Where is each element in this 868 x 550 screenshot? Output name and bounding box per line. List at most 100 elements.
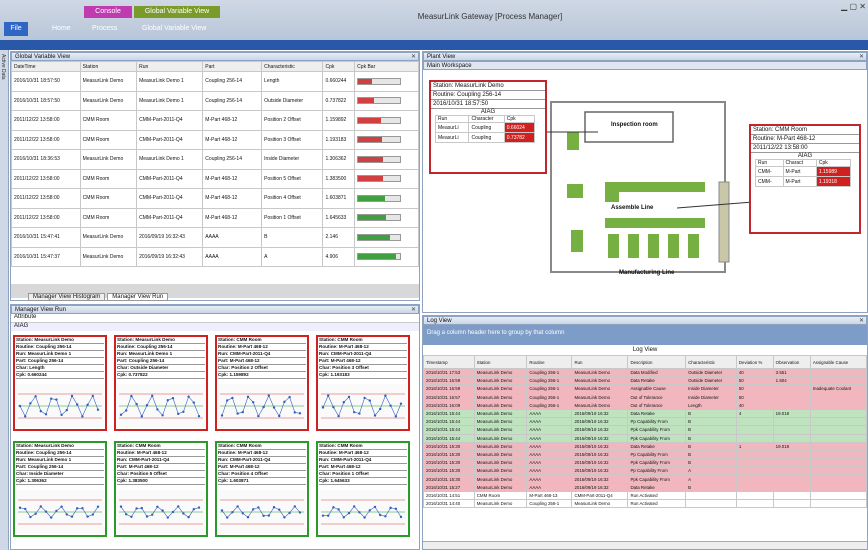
log-row[interactable]: 2016/10/31 15:30 MeasurLink Demo AAAA 2016/… — [423, 441, 868, 451]
station-callout-cmm[interactable]: Station: CMM Room Routine: M-Part 468-12… — [749, 124, 861, 234]
tab-histogram[interactable]: Manager View Histogram — [28, 293, 106, 301]
tab-process[interactable]: Process — [92, 22, 117, 36]
log-cell: Coupling 256-1 — [526, 392, 573, 402]
log-cell: AAAA — [526, 408, 573, 419]
table-row[interactable]: 2016/10/31 15:47:37 MeasurLink Demo 2016/0… — [11, 246, 419, 267]
close-icon[interactable]: ✕ — [859, 2, 866, 11]
card-info: Station: CMM Room Routine: M-Part 468-12 R… — [217, 337, 307, 379]
run-point — [353, 410, 356, 414]
log-cell — [772, 425, 811, 435]
log-row[interactable]: 2016/10/31 15:44 MeasurLink Demo AAAA 2016/… — [423, 433, 868, 443]
table-row[interactable]: 2011/12/22 13:58:00 CMM Room CMM-Part-2011… — [11, 188, 419, 209]
table-row[interactable]: 2016/10/31 18:57:50 MeasurLink Demo Measur… — [11, 90, 419, 111]
log-row[interactable]: 2016/10/31 16:09 MeasurLink Demo Coupling … — [423, 400, 868, 410]
run-point — [166, 398, 169, 402]
column-header[interactable]: DateTime — [11, 61, 81, 72]
close-icon[interactable]: ✕ — [859, 317, 864, 325]
tab-run[interactable]: Manager View Run — [107, 293, 169, 301]
table-row[interactable]: 2011/12/22 13:58:00 CMM Room CMM-Part-2011… — [11, 129, 419, 150]
run-point — [220, 414, 224, 417]
run-chart-card[interactable]: Station: CMM Room Routine: M-Part 468-12 R… — [215, 441, 309, 537]
run-chart-card[interactable]: Station: CMM Room Routine: M-Part 468-12 R… — [215, 335, 309, 431]
log-row[interactable]: 2016/10/31 15:44 MeasurLink Demo AAAA 2016/… — [423, 408, 868, 419]
column-header[interactable]: Assignable Cause — [809, 355, 868, 369]
callout-cell: M-Part — [782, 176, 817, 187]
log-row[interactable]: 2016/10/31 15:30 MeasurLink Demo AAAA 2016/… — [423, 458, 868, 468]
table-cell: Inside Diameter — [261, 149, 324, 170]
log-row[interactable]: 2016/10/31 17:53 MeasurLink Demo Coupling … — [423, 367, 868, 378]
log-row[interactable]: 2016/10/31 16:59 MeasurLink Demo Coupling … — [423, 384, 868, 394]
column-header[interactable]: Routine — [526, 355, 573, 369]
log-cell: 2016/10/31 14:51 — [423, 490, 475, 501]
log-row[interactable]: 2016/10/31 15:44 MeasurLink Demo AAAA 2016/… — [423, 417, 868, 427]
log-row[interactable]: 2016/10/31 16:57 MeasurLink Demo Coupling … — [423, 392, 868, 402]
log-title: Log View — [427, 318, 452, 324]
minimize-icon[interactable]: ▁ — [841, 2, 847, 11]
close-icon[interactable]: ✕ — [411, 53, 416, 61]
column-header[interactable]: Station — [473, 355, 528, 369]
ctx-tab-console[interactable]: Console — [84, 6, 132, 18]
run-point — [96, 505, 100, 508]
window-controls[interactable]: ▁ ▢ ✕ — [800, 2, 866, 14]
log-row[interactable]: 2016/10/31 15:30 MeasurLink Demo AAAA 2016/… — [423, 474, 868, 484]
run-chart-card[interactable]: Station: CMM Room Routine: M-Part 468-12 R… — [316, 335, 410, 431]
column-header[interactable]: Observation — [772, 355, 811, 369]
station-callout-measurlink[interactable]: Station: MeasurLink Demo Routine: Coupli… — [429, 80, 547, 174]
column-header[interactable]: Cpk Bar — [354, 61, 419, 72]
log-cell: 2016/09/19 16:32 — [571, 449, 629, 460]
log-row[interactable]: 2016/10/31 15:30 MeasurLink Demo AAAA 2016/… — [423, 466, 868, 476]
log-row[interactable]: 2016/10/31 15:30 MeasurLink Demo AAAA 2016/… — [423, 449, 868, 460]
table-row[interactable]: 2011/12/22 13:58:00 CMM Room CMM-Part-2011… — [11, 168, 419, 189]
run-chart-card[interactable]: Station: MeasurLink Demo Routine: Couplin… — [13, 441, 107, 537]
run-point — [156, 408, 159, 411]
log-cell: AAAA — [526, 449, 573, 460]
column-header[interactable]: Deviation % — [735, 355, 774, 369]
run-chart-card[interactable]: Station: CMM Room Routine: M-Part 468-12 R… — [316, 441, 410, 537]
aiag-label: AIAG — [11, 323, 419, 331]
run-chart-card[interactable]: Station: MeasurLink Demo Routine: Couplin… — [13, 335, 107, 431]
run-chart-card[interactable]: Station: CMM Room Routine: M-Part 468-12 R… — [114, 441, 208, 537]
card-line: Routine: Coupling 256-14 — [117, 344, 205, 351]
column-header[interactable]: Part — [202, 61, 263, 72]
horizontal-scrollbar[interactable] — [423, 541, 867, 549]
close-icon[interactable]: ✕ — [859, 53, 864, 61]
run-chart-card[interactable]: Station: MeasurLink Demo Routine: Couplin… — [114, 335, 208, 431]
maximize-icon[interactable]: ▢ — [850, 2, 858, 11]
table-cell: MeasurLink Demo 1 — [136, 149, 204, 170]
log-subtitle: Log View — [632, 347, 658, 353]
log-row[interactable]: 2016/10/31 15:27 MeasurLink Demo AAAA 2016/… — [423, 482, 868, 492]
log-cell: Coupling 256-1 — [526, 400, 573, 410]
file-tab[interactable]: File — [4, 22, 28, 36]
table-row[interactable]: 2016/10/31 18:57:50 MeasurLink Demo Measur… — [11, 71, 419, 92]
column-header[interactable]: Characteristic — [685, 355, 737, 369]
tab-global-variable-view[interactable]: Global Variable View — [142, 22, 206, 36]
column-header[interactable]: Run — [571, 355, 629, 369]
log-row[interactable]: 2016/10/31 15:44 MeasurLink Demo AAAA 2016/… — [423, 425, 868, 435]
log-row[interactable]: 2016/10/31 14:40 MeasurLink Demo Coupling … — [423, 498, 868, 509]
card-line: Char: Position 4 Offset — [218, 471, 306, 478]
log-row[interactable]: 2016/10/31 14:51 CMM Room M-Part 468-13 CMM… — [423, 490, 868, 501]
group-by-area[interactable]: Drag a column header here to group by th… — [423, 325, 867, 345]
column-header[interactable]: Run — [136, 61, 204, 72]
run-point — [135, 507, 138, 510]
table-row[interactable]: 2011/12/22 13:58:00 CMM Room CMM-Part-2011… — [11, 207, 419, 228]
column-header[interactable]: Description — [627, 355, 687, 369]
close-icon[interactable]: ✕ — [411, 306, 416, 314]
plant-pane: Plant View ✕ Main Workspace Inspection ro… — [422, 51, 868, 313]
log-cell: MeasurLink Demo — [571, 376, 629, 386]
table-row[interactable]: 2016/10/31 18:36:53 MeasurLink Demo Measur… — [11, 149, 419, 170]
log-row[interactable]: 2016/10/31 16:59 MeasurLink Demo Coupling … — [423, 376, 868, 386]
column-header[interactable]: Characteristic — [261, 61, 324, 72]
tab-home[interactable]: Home — [52, 22, 71, 36]
attribute-tab[interactable]: Attribute — [11, 314, 419, 323]
column-header[interactable]: Station — [79, 61, 138, 72]
table-row[interactable]: 2011/12/22 13:58:00 CMM Room CMM-Part-2011… — [11, 110, 419, 131]
log-cell: 2016/09/19 16:32 — [571, 417, 629, 427]
ctx-tab-global-variable-view[interactable]: Global Variable View — [134, 6, 220, 18]
table-row[interactable]: 2016/10/31 15:47:41 MeasurLink Demo 2016/0… — [11, 227, 419, 248]
callout-cell: CMM- — [755, 166, 784, 177]
column-header[interactable]: Cpk — [322, 61, 356, 72]
table-cell: M-Part 468-12 — [202, 188, 263, 209]
log-cell: 19.018 — [772, 441, 811, 451]
column-header[interactable]: Timestamp — [423, 355, 475, 369]
